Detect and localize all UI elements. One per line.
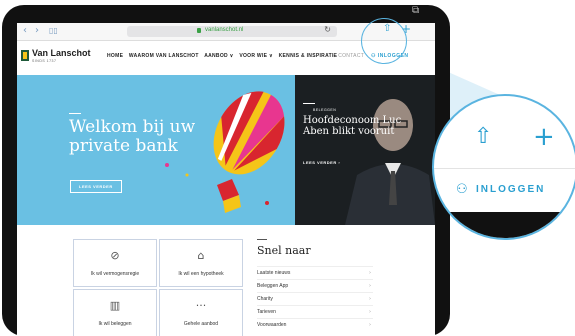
card-gehele-aanbod[interactable]: ··· Gehele aanbod [159, 289, 243, 336]
portrait-photo [345, 99, 435, 225]
main-menu: HOME WAAROM VAN LANSCHOT AANBOD ∨ VOOR W… [107, 53, 341, 59]
card-label: Ik wil beleggen [98, 321, 132, 327]
hero-right-button[interactable]: LEES VERDER › [303, 160, 340, 165]
zoom-login-button[interactable]: INLOGGEN [476, 184, 545, 195]
snel-title: Snel naar [257, 244, 311, 257]
zoom-divider [434, 168, 575, 169]
chevron-right-icon: › [369, 283, 371, 289]
hero-right-panel [295, 75, 435, 225]
lock-icon [197, 28, 201, 33]
chevron-right-icon[interactable]: › [35, 25, 39, 36]
compass-icon: ⊘ [110, 249, 120, 262]
url-text: vanlanschot.nl [205, 27, 244, 33]
menu-item-voor-wie[interactable]: VOOR WIE ∨ [239, 53, 273, 59]
logo-subtitle: SINDS 1737 [32, 59, 57, 63]
card-beleggen[interactable]: ▥ Ik wil beleggen [73, 289, 157, 336]
zoom-callout: ⇧ + ⚇ INLOGGEN [432, 94, 575, 240]
snel-item-label: Beleggen App [257, 283, 289, 289]
hero-right-title: Hoofdeconoom Luc Aben blikt vooruit [303, 115, 402, 137]
chevron-right-icon: › [369, 270, 371, 276]
tabs-icon[interactable]: ⧉ [412, 5, 419, 16]
card-label: Gehele aanbod [183, 321, 219, 327]
menu-item-kennis[interactable]: KENNIS & INSPIRATIE [279, 53, 338, 59]
contact-link[interactable]: ✆ CONTACT [332, 53, 364, 59]
menu-item-home[interactable]: HOME [107, 53, 123, 59]
snel-item[interactable]: Voorwaarden › [257, 318, 373, 331]
dots-icon: ··· [195, 299, 207, 312]
chevron-left-icon[interactable]: ‹ [23, 25, 27, 36]
snel-item[interactable]: Charity › [257, 292, 373, 305]
book-icon[interactable]: ▯▯ [49, 26, 58, 35]
snel-item-label: Voorwaarden [257, 322, 287, 328]
hero-divider [69, 113, 81, 114]
reload-icon[interactable]: ↻ [324, 25, 331, 34]
logo-name[interactable]: Van Lanschot [32, 48, 91, 58]
contact-label: CONTACT [338, 53, 365, 59]
logo-icon[interactable] [21, 50, 29, 61]
address-bar[interactable]: vanlanschot.nl ↻ [127, 25, 337, 37]
snel-item-label: Laatste nieuws [257, 270, 291, 276]
hero-tag: BELEGGEN [313, 108, 337, 112]
card-vermogensregie[interactable]: ⊘ Ik wil vermogensregie [73, 239, 157, 287]
snel-item-label: Charity [257, 296, 273, 302]
card-label: Ik wil een hypotheek [178, 271, 224, 277]
chevron-right-icon: › [369, 322, 371, 328]
hero-right-divider [303, 103, 315, 104]
hero-title: Welkom bij uw private bank [69, 117, 196, 156]
zoom-dark-strip [434, 212, 575, 238]
snel-item[interactable]: Beleggen App › [257, 279, 373, 292]
snel-item[interactable]: Laatste nieuws › [257, 266, 373, 279]
chevron-right-icon: › [369, 309, 371, 315]
hero-left-button[interactable]: LEES VERDER [70, 180, 122, 193]
plus-icon[interactable]: + [533, 124, 555, 150]
chart-icon: ▥ [109, 299, 121, 312]
menu-item-aanbod[interactable]: AANBOD ∨ [204, 53, 233, 59]
card-hypotheek[interactable]: ⌂ Ik wil een hypotheek [159, 239, 243, 287]
hero-left-panel: Welkom bij uw private bank LEES VERDER [17, 75, 295, 225]
highlight-ring [361, 18, 407, 64]
house-icon: ⌂ [197, 249, 205, 262]
snel-item-label: Tarieven [257, 309, 276, 315]
snel-item[interactable]: Tarieven › [257, 305, 373, 318]
hero-banner: Welkom bij uw private bank LEES VERDER B… [17, 75, 435, 225]
menu-item-waarom[interactable]: WAAROM VAN LANSCHOT [129, 53, 199, 59]
card-label: Ik wil vermogensregie [90, 271, 140, 277]
tablet-screen: ‹ › ▯▯ vanlanschot.nl ↻ ⇧ + Van Lanschot… [17, 23, 435, 336]
chevron-right-icon: › [369, 296, 371, 302]
content-section: ⊘ Ik wil vermogensregie ⌂ Ik wil een hyp… [17, 225, 435, 336]
person-icon: ⚇ [456, 182, 468, 197]
share-icon[interactable]: ⇧ [474, 124, 492, 149]
snel-divider [257, 239, 267, 240]
